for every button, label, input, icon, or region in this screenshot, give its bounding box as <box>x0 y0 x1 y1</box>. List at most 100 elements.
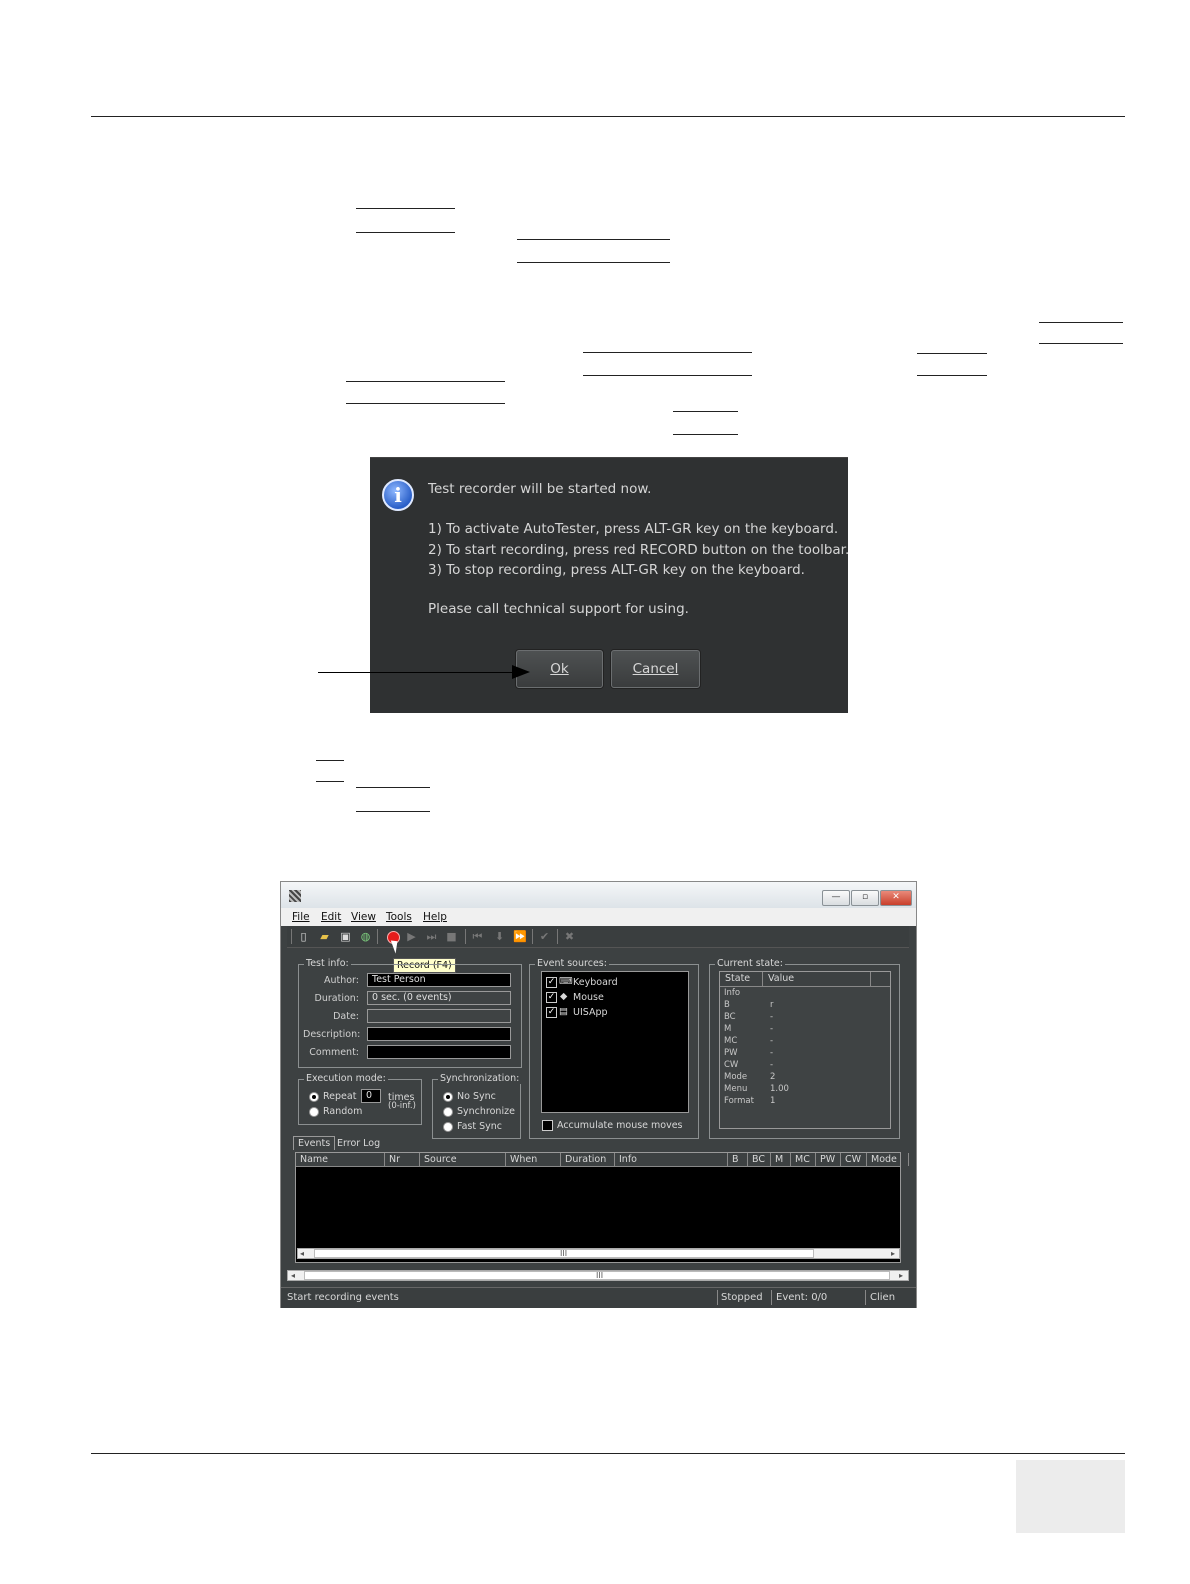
text-underline <box>356 787 430 788</box>
menu-bar: File Edit View Tools Help <box>281 908 916 926</box>
step-icon[interactable]: ⏭ <box>425 930 438 943</box>
state-row-key: CW <box>724 1060 739 1070</box>
dialog-line: 1) To activate AutoTester, press ALT-GR … <box>428 521 839 537</box>
state-row-value: r <box>770 1000 774 1010</box>
comment-label: Comment: <box>309 1047 359 1058</box>
source-item: Keyboard <box>573 977 618 988</box>
scroll-grip: III <box>596 1271 604 1280</box>
column-header[interactable]: BC <box>748 1153 771 1166</box>
title-bar: — ▫ ✕ <box>281 882 916 908</box>
open-folder-icon[interactable]: ▰ <box>318 930 331 943</box>
refresh-icon[interactable]: ◍ <box>359 930 372 943</box>
keyboard-checkbox[interactable]: ✓ <box>546 977 557 988</box>
comment-field[interactable] <box>367 1045 511 1059</box>
fast-sync-radio[interactable] <box>443 1122 453 1132</box>
repeat-radio[interactable] <box>309 1092 319 1102</box>
column-header[interactable]: CW <box>841 1153 867 1166</box>
event-sources-group: Event sources: ✓ ⌨ Keyboard ✓ ◆ Mouse ✓ … <box>529 958 699 1139</box>
tab-events[interactable]: Events <box>293 1136 336 1150</box>
state-row-value: - <box>770 1036 774 1046</box>
stop-icon[interactable]: ■ <box>445 930 458 943</box>
rewind-icon[interactable]: ⏮ <box>471 930 484 943</box>
execution-mode-group: Execution mode: Repeat 0 times (0-inf.) … <box>298 1073 422 1125</box>
footer-rule <box>91 1453 1125 1454</box>
duration-field: 0 sec. (0 events) <box>367 991 511 1005</box>
uisapp-checkbox[interactable]: ✓ <box>546 1007 557 1018</box>
new-icon[interactable]: ▯ <box>297 930 310 943</box>
mouse-checkbox[interactable]: ✓ <box>546 992 557 1003</box>
value-column-header[interactable]: Value <box>768 973 794 984</box>
keyboard-icon: ⌨ <box>559 976 573 987</box>
random-radio[interactable] <box>309 1107 319 1117</box>
state-row-value: - <box>770 1048 774 1058</box>
current-state-list: State Value Info Br BC - M - MC - PW - CW - Mode 2 Men… <box>719 971 891 1129</box>
column-header[interactable]: Source <box>420 1153 506 1166</box>
description-field[interactable] <box>367 1027 511 1041</box>
tools-icon[interactable]: ✖ <box>563 930 576 943</box>
text-underline <box>517 262 670 263</box>
text-underline <box>346 403 505 404</box>
column-divider <box>762 972 763 986</box>
scroll-left-icon[interactable]: ◂ <box>291 1271 295 1280</box>
down-icon[interactable]: ⬇ <box>493 930 506 943</box>
window-hscrollbar[interactable]: ◂ III ▸ <box>287 1270 909 1281</box>
column-header[interactable]: Duration <box>561 1153 615 1166</box>
menu-view[interactable]: View <box>351 911 376 923</box>
cancel-button[interactable]: Cancel <box>611 650 700 688</box>
column-header[interactable]: Info <box>615 1153 728 1166</box>
text-underline <box>1039 322 1123 323</box>
repeat-count-field[interactable]: 0 <box>361 1089 381 1103</box>
scroll-right-icon[interactable]: ▸ <box>899 1271 903 1280</box>
state-row-key: PW <box>724 1048 738 1058</box>
state-row-value: - <box>770 1012 774 1022</box>
events-header: Name Nr Source When Duration Info B BC M MC PW CW Mo… <box>296 1153 909 1167</box>
mouse-icon: ◆ <box>560 991 568 1002</box>
menu-help[interactable]: Help <box>423 911 447 923</box>
scroll-left-icon[interactable]: ◂ <box>300 1249 304 1258</box>
dialog-line: Test recorder will be started now. <box>428 481 652 497</box>
column-header[interactable]: M <box>771 1153 791 1166</box>
cancel-label: Cancel <box>632 661 679 677</box>
scroll-grip: III <box>560 1249 568 1258</box>
test-recorder-dialog: i Test recorder will be started now. 1) … <box>370 457 850 713</box>
status-state: Stopped <box>721 1292 763 1303</box>
toolbar-separator <box>377 929 378 944</box>
column-header[interactable]: PW <box>816 1153 841 1166</box>
column-header[interactable]: Mode <box>867 1153 909 1166</box>
author-field[interactable]: Test Person <box>367 973 511 987</box>
status-bar: Start recording events Stopped Event: 0/… <box>281 1287 916 1308</box>
play-icon[interactable]: ▶ <box>405 930 418 943</box>
events-hscrollbar[interactable]: ◂ III ▸ <box>297 1248 900 1259</box>
menu-edit[interactable]: Edit <box>321 911 341 923</box>
close-button[interactable]: ✕ <box>880 890 912 906</box>
check-icon[interactable]: ✔ <box>538 930 551 943</box>
toolbar: ▯ ▰ ▣ ◍ ▶ ⏭ ■ ⏮ ⬇ ⏩ ✔ ✖ <box>287 926 909 948</box>
no-sync-radio[interactable] <box>443 1092 453 1102</box>
column-header[interactable]: Name <box>296 1153 385 1166</box>
menu-tools[interactable]: Tools <box>386 911 412 923</box>
column-header[interactable]: Nr <box>385 1153 420 1166</box>
forward-icon[interactable]: ⏩ <box>513 930 527 943</box>
accumulate-checkbox[interactable] <box>542 1120 553 1131</box>
scroll-right-icon[interactable]: ▸ <box>891 1249 895 1258</box>
state-row-value: 2 <box>770 1072 776 1082</box>
column-header[interactable]: MC <box>791 1153 816 1166</box>
minimize-button[interactable]: — <box>822 890 850 906</box>
state-row-key: MC <box>724 1036 738 1046</box>
tab-error-log[interactable]: Error Log <box>337 1138 380 1149</box>
column-header[interactable]: B <box>728 1153 748 1166</box>
info-icon: i <box>382 479 414 511</box>
text-underline <box>917 375 987 376</box>
state-column-header[interactable]: State <box>725 973 750 984</box>
dialog-line: 2) To start recording, press red RECORD … <box>428 542 850 558</box>
state-row-value: - <box>770 1060 774 1070</box>
save-icon[interactable]: ▣ <box>339 930 352 943</box>
toolbar-separator <box>465 929 466 944</box>
synchronize-radio[interactable] <box>443 1107 453 1117</box>
event-sources-list: ✓ ⌨ Keyboard ✓ ◆ Mouse ✓ ▤ UISApp <box>541 971 689 1113</box>
column-header[interactable]: When <box>506 1153 561 1166</box>
description-label: Description: <box>303 1029 361 1040</box>
menu-file[interactable]: File <box>292 911 310 923</box>
maximize-button[interactable]: ▫ <box>851 890 879 906</box>
status-event-count: Event: 0/0 <box>776 1292 828 1303</box>
